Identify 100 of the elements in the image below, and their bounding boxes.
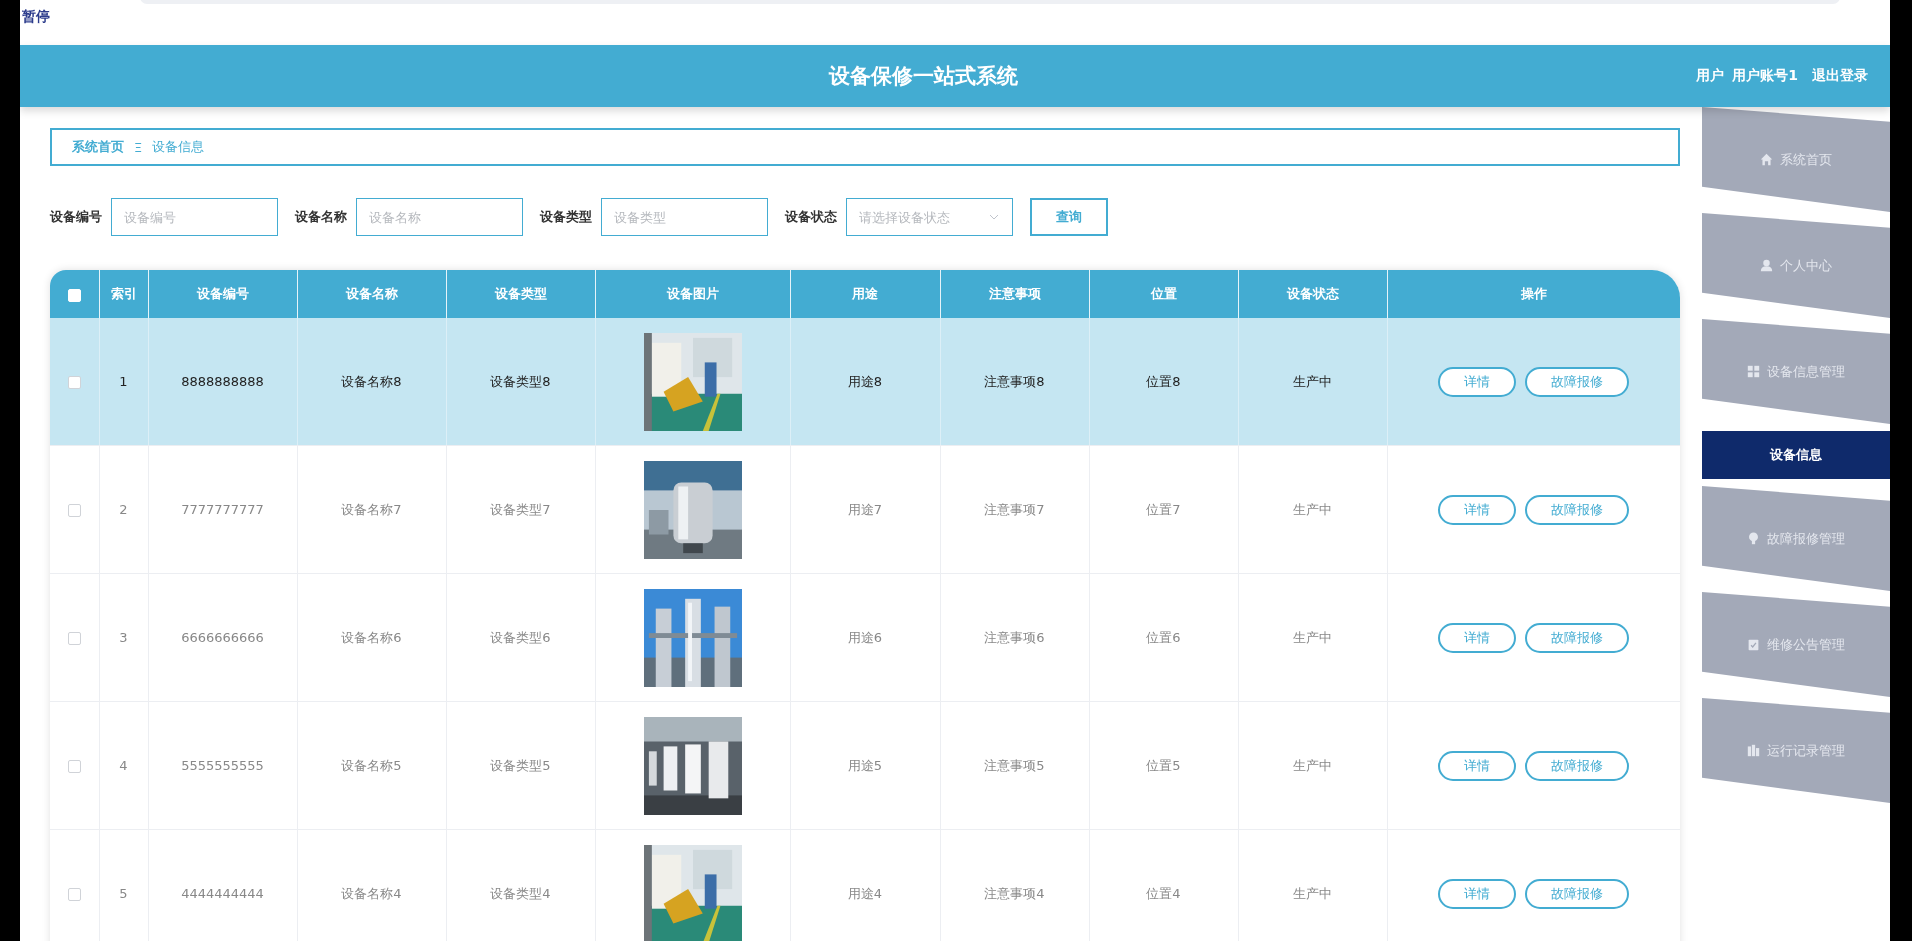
table-cell: 位置4 (1146, 885, 1181, 901)
table-cell: 用途4 (847, 885, 883, 901)
table-cell: 4444444444 (181, 886, 264, 901)
row-checkbox[interactable] (67, 760, 81, 773)
grid-icon (1747, 365, 1760, 378)
status-select[interactable]: 请选择设备状态 (846, 198, 1013, 236)
column-header: 设备类型 (494, 286, 547, 301)
table-cell: 1 (119, 374, 128, 389)
details-button[interactable]: 详情 (1438, 750, 1516, 781)
field-label: 设备名称 (295, 208, 347, 226)
select-all-checkbox[interactable] (67, 288, 81, 302)
breadcrumb-link[interactable]: 系统首页 (72, 138, 124, 156)
sidebar-item[interactable]: 设备信息管理 (1702, 319, 1890, 424)
row-checkbox[interactable] (67, 632, 81, 645)
repair-report-button[interactable]: 故障报修 (1525, 494, 1629, 525)
column-header: 位置 (1150, 286, 1177, 301)
table-cell: 6666666666 (181, 630, 264, 645)
sidebar-item[interactable]: 维修公告管理 (1702, 592, 1890, 697)
field-label: 设备类型 (540, 208, 592, 226)
repair-report-button[interactable]: 故障报修 (1525, 878, 1629, 909)
table-cell: 5 (119, 886, 128, 901)
table-cell: 注意事项6 (984, 629, 1045, 645)
status-text: 暂停 (22, 8, 50, 26)
details-button[interactable]: 详情 (1438, 494, 1516, 525)
table-cell: 注意事项5 (984, 757, 1045, 773)
table-cell: 位置7 (1146, 501, 1181, 517)
table-cell: 注意事项7 (984, 501, 1045, 517)
table-cell: 用途5 (847, 757, 883, 773)
sidebar-item[interactable]: 设备信息 (1702, 431, 1890, 479)
table-cell: 用途7 (847, 501, 883, 517)
sidebar-item[interactable]: 系统首页 (1702, 107, 1890, 212)
table-cell: 设备类型6 (490, 629, 551, 645)
field-label: 设备状态 (785, 208, 837, 226)
row-checkbox[interactable] (67, 504, 81, 517)
table-cell: 用途8 (847, 373, 883, 389)
column-header: 设备图片 (666, 286, 719, 301)
clipboard-check-icon (1747, 638, 1760, 651)
row-checkbox[interactable] (67, 888, 81, 901)
table-cell: 8888888888 (181, 374, 264, 389)
table-cell: 设备名称7 (341, 501, 402, 517)
details-button[interactable]: 详情 (1438, 622, 1516, 653)
table-cell: 5555555555 (181, 758, 264, 773)
table-cell: 设备类型8 (490, 373, 551, 389)
column-header: 用途 (852, 286, 878, 301)
separator-icon: Ξ (134, 139, 143, 155)
sidebar-item[interactable]: 运行记录管理 (1702, 698, 1890, 803)
column-header: 设备状态 (1286, 286, 1339, 301)
table-cell: 2 (119, 502, 128, 517)
table-row-highlight[interactable] (50, 445, 99, 574)
table-cell: 用途6 (847, 629, 883, 645)
table-cell: 3 (119, 630, 128, 645)
input-field[interactable]: 设备名称 (356, 198, 523, 236)
table-cell: 设备名称5 (341, 757, 402, 773)
details-button[interactable]: 详情 (1438, 878, 1516, 909)
field-label: 设备编号 (50, 208, 102, 226)
table-row-highlight[interactable] (50, 701, 99, 830)
repair-report-button[interactable]: 故障报修 (1525, 750, 1629, 781)
sidebar-item[interactable]: 个人中心 (1702, 213, 1890, 318)
logout-link[interactable]: 退出登录 (1812, 67, 1868, 85)
sidebar-item[interactable]: 故障报修管理 (1702, 486, 1890, 591)
table-cell: 设备名称4 (341, 885, 402, 901)
row-checkbox[interactable] (67, 376, 81, 389)
app-title: 设备保修一站式系统 (827, 63, 1019, 90)
bar-chart-icon (1747, 744, 1760, 757)
table-row-highlight[interactable] (50, 318, 99, 446)
table-cell: 设备类型5 (490, 757, 551, 773)
table-cell: 生产中 (1293, 757, 1332, 773)
repair-report-button[interactable]: 故障报修 (1525, 622, 1629, 653)
table-cell: 注意事项4 (984, 885, 1045, 901)
table-cell: 生产中 (1293, 885, 1332, 901)
table-cell: 设备名称6 (341, 629, 402, 645)
details-button[interactable]: 详情 (1438, 366, 1516, 397)
query-button[interactable]: 查询 (1030, 198, 1108, 236)
input-field[interactable]: 设备类型 (601, 198, 768, 236)
breadcrumb-current: 设备信息 (152, 138, 205, 156)
pin-icon (1747, 532, 1760, 545)
home-icon (1760, 153, 1773, 166)
table-cell: 位置5 (1146, 757, 1181, 773)
table-cell: 7777777777 (181, 502, 264, 517)
table-cell: 位置8 (1146, 373, 1181, 389)
column-header: 操作 (1520, 286, 1547, 301)
input-field[interactable]: 设备编号 (111, 198, 278, 236)
table-cell: 位置6 (1146, 629, 1181, 645)
column-header: 索引 (110, 286, 137, 301)
caret-icon (989, 214, 999, 220)
table-row-highlight[interactable] (50, 573, 99, 702)
table-cell: 4 (119, 758, 128, 773)
table-cell: 设备类型7 (490, 501, 551, 517)
column-header: 设备编号 (196, 286, 249, 301)
user-role: 用户 (1696, 67, 1725, 85)
table-cell: 生产中 (1293, 501, 1332, 517)
username: 用户账号1 (1732, 67, 1798, 85)
column-header: 注意事项 (988, 286, 1041, 301)
person-icon (1760, 259, 1773, 272)
column-header: 设备名称 (345, 286, 398, 301)
table-cell: 设备名称8 (341, 373, 402, 389)
table-cell: 设备类型4 (490, 885, 551, 901)
repair-report-button[interactable]: 故障报修 (1525, 366, 1629, 397)
table-cell: 生产中 (1293, 629, 1332, 645)
table-cell: 生产中 (1293, 373, 1332, 389)
